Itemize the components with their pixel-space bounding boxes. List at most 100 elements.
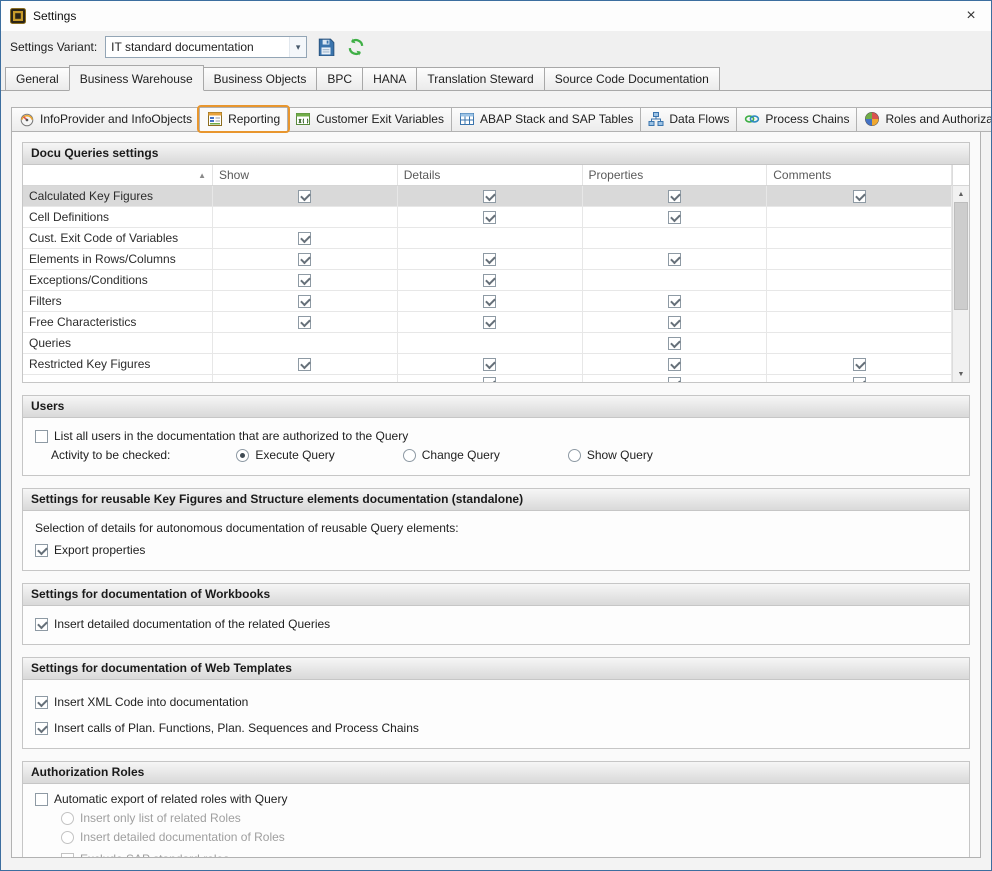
checkbox-box[interactable] [61,853,74,859]
show-checkbox[interactable] [298,253,311,266]
show-checkbox[interactable] [298,190,311,203]
details-checkbox[interactable] [483,316,496,329]
column-header-show[interactable]: Show [213,165,398,185]
chevron-down-icon[interactable]: ▾ [289,37,306,57]
properties-checkbox[interactable] [668,253,681,266]
refresh-button[interactable] [345,36,367,58]
scroll-up-icon[interactable]: ▲ [953,186,969,202]
properties-checkbox[interactable] [668,295,681,308]
properties-cell[interactable] [583,270,768,290]
show-query-radio[interactable]: Show Query [568,448,653,462]
checkbox-box[interactable] [35,793,48,806]
comments-cell[interactable] [767,291,952,311]
auto-export-roles-checkbox[interactable]: Automatic export of related roles with Q… [35,792,957,806]
radio-circle[interactable] [568,449,581,462]
details-cell[interactable] [398,207,583,227]
tab-source-code-documentation[interactable]: Source Code Documentation [544,67,720,91]
show-cell[interactable] [213,291,398,311]
tab-business-objects[interactable]: Business Objects [203,67,318,91]
insert-plan-calls-checkbox[interactable]: Insert calls of Plan. Functions, Plan. S… [35,721,957,735]
comments-checkbox[interactable] [853,190,866,203]
properties-checkbox[interactable] [668,316,681,329]
details-cell[interactable] [398,333,583,353]
radio-circle[interactable] [61,812,74,825]
show-cell[interactable] [213,354,398,374]
details-checkbox[interactable] [483,358,496,371]
checkbox-box[interactable] [35,618,48,631]
table-row-clipped[interactable] [23,375,952,382]
table-scrollbar[interactable]: ▲ ▼ [952,165,969,382]
details-cell[interactable] [398,228,583,248]
scroll-down-icon[interactable]: ▼ [953,366,969,382]
properties-checkbox[interactable] [668,190,681,203]
exclude-sap-roles-checkbox[interactable]: Exclude SAP standard roles [61,852,957,858]
subtab-data-flows[interactable]: Data Flows [640,107,737,132]
list-all-users-checkbox[interactable]: List all users in the documentation that… [35,429,957,443]
show-cell[interactable] [213,312,398,332]
details-checkbox[interactable] [483,377,496,382]
settings-variant-combobox[interactable]: IT standard documentation ▾ [105,36,307,58]
tab-bpc[interactable]: BPC [316,67,363,91]
comments-cell[interactable] [767,270,952,290]
show-cell[interactable] [213,375,398,382]
details-cell[interactable] [398,249,583,269]
properties-cell[interactable] [583,228,768,248]
checkbox-box[interactable] [35,544,48,557]
subtab-abap-stack-and-sap-tables[interactable]: ABAP Stack and SAP Tables [451,107,641,132]
properties-cell[interactable] [583,186,768,206]
subtab-process-chains[interactable]: Process Chains [736,107,857,132]
show-cell[interactable] [213,207,398,227]
properties-checkbox[interactable] [668,358,681,371]
insert-roles-docs-radio[interactable]: Insert detailed documentation of Roles [61,830,957,844]
properties-cell[interactable] [583,375,768,382]
checkbox-box[interactable] [35,696,48,709]
table-row[interactable]: Exceptions/Conditions [23,270,952,291]
details-cell[interactable] [398,270,583,290]
properties-checkbox[interactable] [668,377,681,382]
comments-cell[interactable] [767,375,952,382]
column-header-properties[interactable]: Properties [583,165,768,185]
comments-cell[interactable] [767,354,952,374]
checkbox-box[interactable] [35,722,48,735]
table-row[interactable]: Elements in Rows/Columns [23,249,952,270]
show-cell[interactable] [213,333,398,353]
table-row[interactable]: Cell Definitions [23,207,952,228]
radio-circle[interactable] [236,449,249,462]
column-header-name[interactable]: ▲ [23,165,213,185]
show-checkbox[interactable] [298,358,311,371]
properties-cell[interactable] [583,249,768,269]
details-cell[interactable] [398,186,583,206]
column-header-details[interactable]: Details [398,165,583,185]
scroll-track[interactable] [953,310,969,366]
details-cell[interactable] [398,354,583,374]
comments-cell[interactable] [767,333,952,353]
show-cell[interactable] [213,270,398,290]
table-row[interactable]: Restricted Key Figures [23,354,952,375]
show-cell[interactable] [213,186,398,206]
table-row[interactable]: Queries [23,333,952,354]
radio-circle[interactable] [61,831,74,844]
checkbox-box[interactable] [35,430,48,443]
insert-roles-list-radio[interactable]: Insert only list of related Roles [61,811,957,825]
comments-cell[interactable] [767,207,952,227]
radio-circle[interactable] [403,449,416,462]
show-checkbox[interactable] [298,274,311,287]
properties-cell[interactable] [583,333,768,353]
insert-xml-checkbox[interactable]: Insert XML Code into documentation [35,695,957,709]
show-cell[interactable] [213,228,398,248]
table-row[interactable]: Filters [23,291,952,312]
details-cell[interactable] [398,375,583,382]
insert-detailed-docs-checkbox[interactable]: Insert detailed documentation of the rel… [35,617,957,631]
comments-cell[interactable] [767,186,952,206]
properties-cell[interactable] [583,291,768,311]
details-checkbox[interactable] [483,211,496,224]
details-cell[interactable] [398,312,583,332]
scroll-thumb[interactable] [954,202,968,310]
show-checkbox[interactable] [298,295,311,308]
tab-general[interactable]: General [5,67,70,91]
comments-checkbox[interactable] [853,358,866,371]
table-row[interactable]: Calculated Key Figures [23,186,952,207]
properties-cell[interactable] [583,312,768,332]
details-checkbox[interactable] [483,190,496,203]
save-button[interactable] [315,36,337,58]
